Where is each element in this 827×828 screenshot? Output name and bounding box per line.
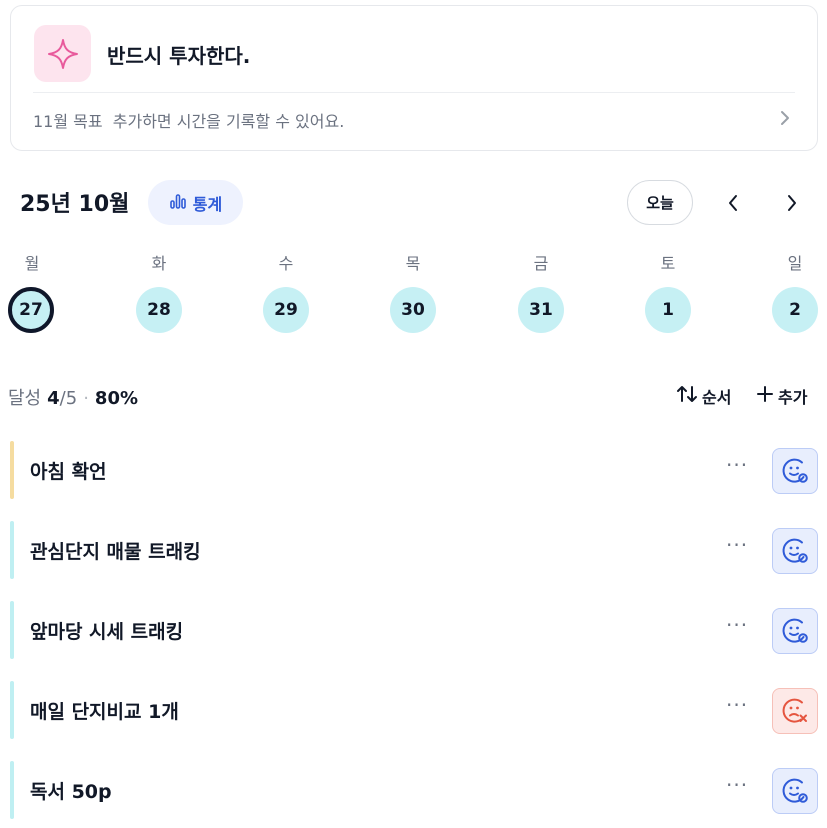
sort-label: 순서 — [702, 388, 732, 407]
more-options-icon[interactable]: ··· — [726, 533, 748, 557]
month-label: 25년 10월 — [20, 192, 130, 217]
status-done-icon[interactable] — [772, 528, 818, 574]
bar-chart-icon — [169, 192, 187, 214]
day-2[interactable]: 2 — [772, 287, 818, 333]
plus-icon — [756, 385, 774, 407]
task-color-bar — [10, 441, 14, 499]
goal-subtitle[interactable]: 11월 목표 추가하면 시간을 기록할 수 있어요. — [33, 108, 344, 132]
weekday-label: 수 — [278, 254, 294, 273]
day-29[interactable]: 29 — [263, 287, 309, 333]
weekday-label: 일 — [787, 254, 803, 273]
separator-dot: · — [83, 388, 89, 409]
progress-done: 4 — [47, 388, 60, 409]
day-1[interactable]: 1 — [645, 287, 691, 333]
sort-button[interactable]: 순서 — [676, 384, 731, 408]
weekday-label: 월 — [24, 254, 40, 273]
weekday-label: 금 — [533, 254, 549, 273]
sort-arrows-icon — [676, 384, 698, 408]
task-color-bar — [10, 761, 14, 819]
task-color-bar — [10, 601, 14, 659]
chevron-right-icon[interactable] — [779, 190, 805, 216]
today-button[interactable]: 오늘 — [627, 180, 693, 225]
task-label: 매일 단지비교 1개 — [30, 701, 179, 723]
status-done-icon[interactable] — [772, 608, 818, 654]
more-options-icon[interactable]: ··· — [726, 613, 748, 637]
goal-title: 반드시 투자한다. — [107, 44, 251, 68]
progress-total: /5 — [59, 388, 78, 409]
goal-card[interactable]: 반드시 투자한다. 11월 목표 추가하면 시간을 기록할 수 있어요. — [10, 5, 818, 151]
progress-summary: 달성 4 /5 · 80% — [8, 384, 138, 410]
task-color-bar — [10, 681, 14, 739]
task-label: 독서 50p — [30, 781, 112, 803]
chevron-right-icon[interactable] — [779, 110, 791, 130]
status-fail-icon[interactable] — [772, 688, 818, 734]
task-item[interactable]: 매일 단지비교 1개 ··· — [10, 681, 820, 739]
more-options-icon[interactable]: ··· — [726, 773, 748, 797]
task-label: 관심단지 매물 트래킹 — [30, 541, 201, 563]
weekday-label: 화 — [151, 254, 167, 273]
task-label: 앞마당 시세 트래킹 — [30, 621, 184, 643]
task-item[interactable]: 아침 확언 ··· — [10, 441, 820, 499]
task-item[interactable]: 독서 50p ··· — [10, 761, 820, 819]
stats-button[interactable]: 통계 — [148, 180, 243, 225]
more-options-icon[interactable]: ··· — [726, 693, 748, 717]
chevron-left-icon[interactable] — [720, 190, 746, 216]
weekday-label: 토 — [660, 254, 676, 273]
status-done-icon[interactable] — [772, 448, 818, 494]
stats-label: 통계 — [192, 194, 223, 214]
add-button[interactable]: 추가 — [756, 384, 807, 408]
task-color-bar — [10, 521, 14, 579]
more-options-icon[interactable]: ··· — [726, 453, 748, 477]
task-item[interactable]: 앞마당 시세 트래킹 ··· — [10, 601, 820, 659]
day-31[interactable]: 31 — [518, 287, 564, 333]
progress-label: 달성 — [8, 388, 42, 409]
day-27[interactable]: 27 — [8, 287, 54, 333]
progress-percent: 80% — [94, 388, 139, 409]
day-28[interactable]: 28 — [136, 287, 182, 333]
sparkle-icon — [34, 25, 91, 82]
task-item[interactable]: 관심단지 매물 트래킹 ··· — [10, 521, 820, 579]
day-30[interactable]: 30 — [390, 287, 436, 333]
task-label: 아침 확언 — [30, 461, 107, 483]
divider — [33, 92, 795, 93]
status-done-icon[interactable] — [772, 768, 818, 814]
weekday-label: 목 — [405, 254, 421, 273]
add-label: 추가 — [778, 388, 808, 407]
